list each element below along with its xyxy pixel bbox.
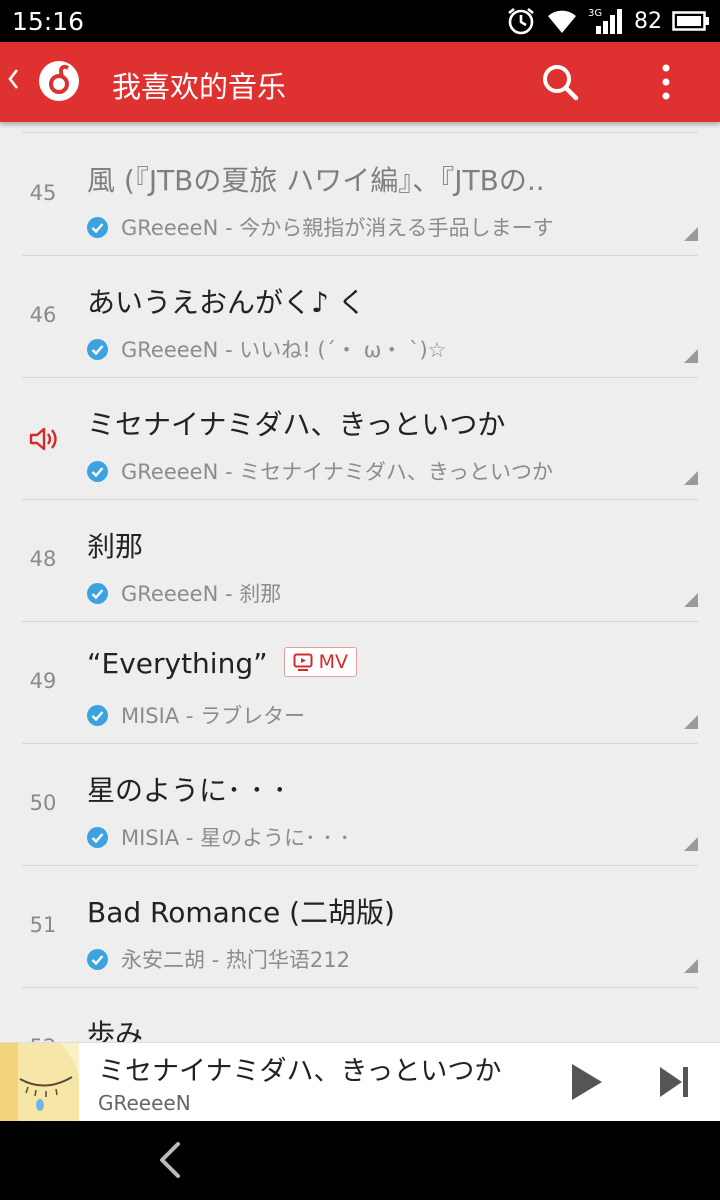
song-options-icon[interactable]: [684, 959, 698, 973]
downloaded-check-icon: [87, 704, 108, 726]
song-options-icon[interactable]: [684, 715, 698, 729]
song-options-icon[interactable]: [684, 471, 698, 485]
song-title: 風 (『JTBの夏旅 ハワイ編』、『JTBの..: [87, 164, 545, 197]
chevron-left-icon: [8, 69, 19, 89]
artist-album: MISIA - 星のように･ ･ ･: [121, 826, 350, 850]
song-title: あいうえおんがく♪ く: [87, 286, 366, 319]
song-subtitle-line: GReeeeN - いいね! (´・ ω・ `)☆: [87, 335, 446, 363]
song-options-icon[interactable]: [684, 227, 698, 241]
downloaded-check-icon: [87, 338, 108, 360]
status-bar: 15:16 3G 82: [0, 0, 720, 42]
song-subtitle-line: GReeeeN - ミセナイナミダハ、きっといつか: [87, 457, 553, 485]
artist-album: GReeeeN - 今から親指が消える手品しまーす: [121, 216, 554, 240]
song-title: ミセナイナミダハ、きっといつか: [87, 408, 506, 441]
play-icon[interactable]: [566, 1061, 606, 1103]
back-button[interactable]: [6, 66, 20, 99]
artist-album: 永安二胡 - 热门华语212: [121, 948, 351, 972]
app-bar: 我喜欢的音乐: [0, 42, 720, 122]
downloaded-check-icon: [87, 582, 108, 604]
status-time: 15:16: [12, 7, 85, 36]
page-title: 我喜欢的音乐: [112, 70, 287, 104]
downloaded-check-icon: [87, 948, 108, 970]
battery-icon: [672, 11, 709, 31]
alarm-icon: [508, 7, 534, 35]
song-row-playing[interactable]: ミセナイナミダハ、きっといつか GReeeeN - ミセナイナミダハ、きっといつ…: [22, 377, 698, 500]
song-row[interactable]: 48 刹那 GReeeeN - 刹那: [22, 499, 698, 622]
song-options-icon[interactable]: [684, 349, 698, 363]
downloaded-check-icon: [87, 460, 108, 482]
album-art-thumbnail[interactable]: [0, 1043, 79, 1121]
song-subtitle-line: MISIA - ラブレター: [87, 701, 305, 729]
system-nav-bar: [0, 1120, 720, 1200]
song-title: 刹那: [87, 530, 144, 563]
more-options-icon[interactable]: [652, 62, 680, 102]
downloaded-check-icon: [87, 216, 108, 238]
next-track-icon[interactable]: [656, 1063, 692, 1101]
song-row[interactable]: 45 風 (『JTBの夏旅 ハワイ編』、『JTBの.. GReeeeN - 今か…: [22, 133, 698, 256]
now-playing-speaker-icon: [29, 427, 57, 451]
song-title: Bad Romance (二胡版): [87, 896, 395, 929]
song-options-icon[interactable]: [684, 593, 698, 607]
song-row[interactable]: 49 “Everything” MV MISIA - ラブレター: [22, 621, 698, 744]
video-icon: [293, 653, 313, 671]
song-title: 星のように･ ･ ･: [87, 774, 287, 807]
now-playing-artist: GReeeeN: [98, 1091, 191, 1115]
artist-album: MISIA - ラブレター: [121, 704, 306, 728]
artist-album: GReeeeN - ミセナイナミダハ、きっといつか: [121, 460, 553, 484]
mv-badge[interactable]: MV: [283, 647, 357, 677]
song-subtitle-line: MISIA - 星のように･ ･ ･: [87, 823, 350, 851]
battery-level: 82: [634, 8, 662, 34]
song-row[interactable]: 46 あいうえおんがく♪ く GReeeeN - いいね! (´・ ω・ `)☆: [22, 255, 698, 378]
network-type-label: 3G: [588, 8, 602, 19]
track-number: 50: [29, 791, 57, 815]
track-number: 51: [29, 913, 57, 937]
track-number: 52: [22, 1035, 64, 1042]
track-number: 46: [29, 303, 57, 327]
netease-music-logo-icon: [39, 61, 79, 101]
song-list: 45 風 (『JTBの夏旅 ハワイ編』、『JTBの.. GReeeeN - 今か…: [22, 122, 698, 1042]
track-number: 49: [29, 669, 57, 693]
song-row[interactable]: 50 星のように･ ･ ･ MISIA - 星のように･ ･ ･: [22, 743, 698, 866]
wifi-icon: [548, 10, 576, 33]
song-options-icon[interactable]: [684, 837, 698, 851]
song-title-with-mv: “Everything” MV: [87, 647, 687, 680]
mv-label: MV: [318, 651, 348, 673]
now-playing-title: ミセナイナミダハ、きっといつか: [98, 1056, 502, 1087]
artist-album: GReeeeN - 刹那: [121, 582, 282, 606]
track-number: 45: [29, 181, 57, 205]
song-subtitle-line: 永安二胡 - 热门华语212: [87, 945, 350, 973]
song-subtitle-line: GReeeeN - 今から親指が消える手品しまーす: [87, 213, 554, 241]
song-title: “Everything”: [87, 647, 268, 680]
nav-back-icon[interactable]: [152, 1140, 188, 1180]
status-icons: 3G 82: [506, 6, 710, 36]
song-subtitle-line: GReeeeN - 刹那: [87, 579, 281, 607]
search-icon[interactable]: [540, 62, 580, 102]
track-number: 48: [29, 547, 57, 571]
song-row[interactable]: 51 Bad Romance (二胡版) 永安二胡 - 热门华语212: [22, 865, 698, 988]
song-row[interactable]: 52 歩み: [22, 987, 698, 1042]
song-title: 歩み: [87, 1018, 144, 1042]
signal-icon: 3G: [588, 8, 622, 34]
downloaded-check-icon: [87, 826, 108, 848]
now-playing-bar[interactable]: ミセナイナミダハ、きっといつか GReeeeN: [0, 1042, 720, 1121]
artist-album: GReeeeN - いいね! (´・ ω・ `)☆: [121, 338, 447, 362]
